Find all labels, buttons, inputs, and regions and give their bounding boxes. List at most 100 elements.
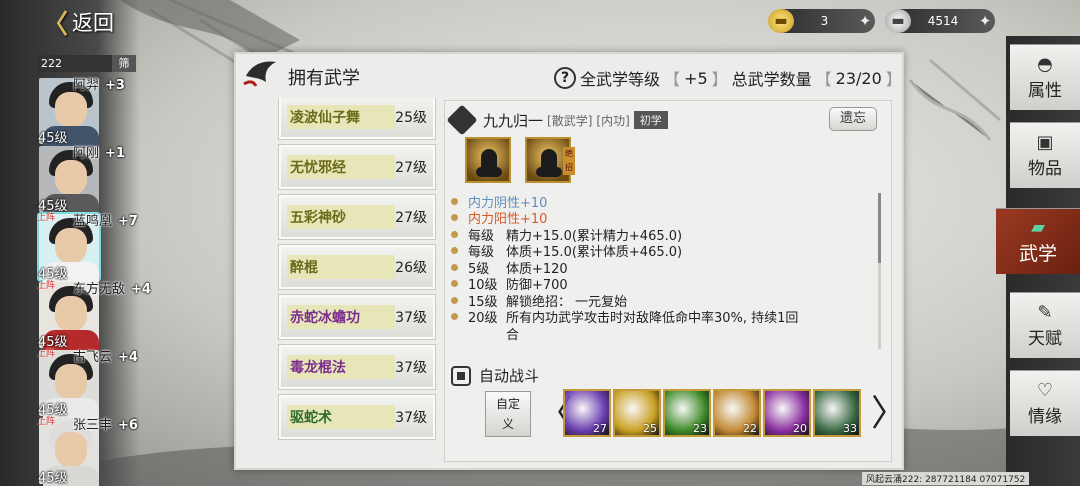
tab-martial-arts[interactable]: ▰ 武学 bbox=[996, 208, 1080, 274]
book-icon: ▰ bbox=[1031, 217, 1045, 238]
effects-list[interactable]: 内力阴性+10 内力阳性+10 每级 精力+15.0(累计精力+465.0) 每级… bbox=[451, 193, 863, 353]
roster-count: 222 bbox=[41, 57, 62, 70]
move-slot[interactable]: 22 bbox=[713, 389, 761, 437]
skill-level: 37级 bbox=[395, 310, 427, 326]
skill-level: 37级 bbox=[395, 410, 427, 426]
brush-icon: ✎ bbox=[1037, 302, 1053, 323]
skill-level: 25级 bbox=[395, 110, 427, 126]
character-level: 45级 bbox=[38, 471, 68, 486]
effect-row: 20级 所有内功武学攻击时对敌降低命中率30%, 持续1回 bbox=[451, 309, 863, 326]
player-id-text: 风起云涌222: 287721184 07071752 bbox=[862, 472, 1030, 485]
effect-row: 每级 体质+15.0(累计体质+465.0) bbox=[451, 243, 863, 260]
skill-item[interactable]: 凌波仙子舞 25级 bbox=[278, 98, 436, 140]
back-button[interactable]: 〈 返回 bbox=[42, 6, 115, 40]
effect-row-continued: 合 bbox=[506, 327, 520, 343]
box-icon: ▣ bbox=[1036, 132, 1054, 153]
help-icon[interactable]: ? bbox=[554, 67, 576, 89]
skill-name: 无忧邪经 bbox=[287, 155, 396, 179]
tab-talents[interactable]: ✎ 天赋 bbox=[1010, 292, 1080, 358]
move-slot[interactable]: 23 bbox=[663, 389, 711, 437]
moves-next-arrow-icon[interactable]: 〉 bbox=[871, 391, 907, 437]
all-level-value: +5 bbox=[684, 68, 708, 88]
move-slot[interactable]: 33 bbox=[813, 389, 861, 437]
character-name: 蓝鸣凰 +7 bbox=[73, 214, 138, 229]
move-slot[interactable]: 27 bbox=[563, 389, 611, 437]
gold-amount: 3 bbox=[820, 14, 829, 28]
move-slot[interactable]: 25 bbox=[613, 389, 661, 437]
skill-list[interactable]: 凌波仙子舞 25级 无忧邪经 27级 五彩神砂 27级 醉棍 26级 赤蛇冰蟾功… bbox=[278, 98, 440, 460]
panel-title: 拥有武学 bbox=[288, 68, 360, 89]
add-silver-button[interactable]: ✦ bbox=[975, 12, 995, 30]
skill-icon[interactable] bbox=[465, 137, 511, 183]
skill-item[interactable]: 赤蛇冰蟾功 37级 bbox=[278, 294, 436, 340]
deployed-badge: 上阵 bbox=[37, 349, 56, 359]
forget-button[interactable]: 遗忘 bbox=[829, 107, 877, 131]
character-name: 东方无敌 +4 bbox=[73, 282, 151, 297]
skill-level: 26级 bbox=[395, 260, 427, 276]
skill-name: 五彩神砂 bbox=[287, 205, 396, 229]
martial-arts-panel: 拥有武学 ? 全武学等级 【 +5 】 总武学数量 【 23/20 】 凌波仙子… bbox=[234, 52, 907, 470]
deployed-badge: 上阵 bbox=[37, 213, 56, 223]
deployed-badge: 上阵 bbox=[37, 417, 56, 427]
skill-detail: 九九归一 [散武学] [内功] 初学 遗忘 绝招 内力阴性+10 内力阳性+10… bbox=[444, 100, 907, 462]
character-card[interactable]: 上阵 古飞云 +4 45级 bbox=[37, 348, 139, 418]
character-card[interactable]: 阿羿 +3 45级 bbox=[37, 76, 139, 146]
silver-currency: ▬ 4514 ✦ bbox=[885, 9, 995, 33]
deployed-badge: 上阵 bbox=[37, 281, 56, 291]
skill-item[interactable]: 醉棍 26级 bbox=[278, 244, 436, 290]
gold-ingot-icon: ▬ bbox=[768, 9, 794, 33]
skill-name: 醉棍 bbox=[287, 255, 396, 279]
effect-row: 15级 解锁绝招： 一元复始 bbox=[451, 292, 863, 310]
skill-item[interactable]: 毒龙棍法 37级 bbox=[278, 344, 436, 390]
effect-row: 内力阴性+10 bbox=[451, 193, 863, 211]
skill-count-label: 总武学数量 bbox=[731, 70, 812, 89]
character-card[interactable]: 上阵 张三丰 +6 45级 bbox=[37, 416, 139, 486]
character-name: 张三丰 +6 bbox=[73, 418, 138, 433]
auto-battle-header: 自动战斗 bbox=[451, 365, 539, 386]
back-label: 返回 bbox=[72, 11, 115, 35]
effects-scrollbar[interactable] bbox=[878, 193, 881, 349]
character-name: 古飞云 +4 bbox=[73, 350, 138, 365]
character-card[interactable]: 阿刚 +1 45级 bbox=[37, 144, 139, 214]
skill-name: 毒龙棍法 bbox=[287, 355, 396, 379]
skill-name: 驱蛇术 bbox=[287, 405, 396, 429]
skill-grade-badge: 初学 bbox=[633, 111, 668, 129]
roster-header: 222 筛 bbox=[37, 55, 136, 72]
add-gold-button[interactable]: ✦ bbox=[855, 12, 875, 30]
tab-items[interactable]: ▣ 物品 bbox=[1010, 122, 1080, 188]
auto-battle-icon bbox=[451, 365, 471, 386]
skill-level: 37级 bbox=[395, 360, 427, 376]
silver-ingot-icon: ▬ bbox=[885, 9, 911, 33]
character-name: 阿刚 +1 bbox=[73, 146, 125, 161]
skill-detail-name: 九九归一 bbox=[483, 111, 544, 130]
skill-item[interactable]: 无忧邪经 27级 bbox=[278, 144, 436, 190]
effect-row: 每级 精力+15.0(累计精力+465.0) bbox=[451, 226, 863, 244]
skill-summary: ? 全武学等级 【 +5 】 总武学数量 【 23/20 】 bbox=[554, 66, 902, 90]
auto-battle-label: 自动战斗 bbox=[479, 367, 540, 385]
customize-button[interactable]: 自定 义 bbox=[485, 391, 531, 437]
skill-name: 凌波仙子舞 bbox=[287, 105, 396, 129]
character-card-selected[interactable]: 上阵 蓝鸣凰 +7 45级 bbox=[37, 212, 139, 282]
gold-currency: ▬ 3 ✦ bbox=[768, 9, 875, 33]
tab-attributes[interactable]: ◓ 属性 bbox=[1010, 44, 1080, 110]
skill-count-value: 23/20 bbox=[835, 68, 882, 88]
move-slot[interactable]: 20 bbox=[763, 389, 811, 437]
claw-emblem-icon bbox=[243, 61, 276, 87]
back-arrow-icon: 〈 bbox=[42, 9, 69, 40]
tab-relationships[interactable]: ♡ 情缘 bbox=[1010, 370, 1080, 436]
silver-amount: 4514 bbox=[927, 14, 959, 28]
all-level-label: 全武学等级 bbox=[580, 70, 661, 89]
pouch-icon: ◓ bbox=[1037, 54, 1053, 75]
character-card[interactable]: 上阵 东方无敌 +4 45级 bbox=[37, 280, 151, 350]
skill-item[interactable]: 五彩神砂 27级 bbox=[278, 194, 436, 240]
skill-name: 赤蛇冰蟾功 bbox=[287, 305, 396, 329]
ultimate-tag: 绝招 bbox=[563, 147, 575, 175]
skill-level: 27级 bbox=[395, 160, 427, 176]
skill-level: 27级 bbox=[395, 210, 427, 226]
filter-button[interactable]: 筛 bbox=[112, 55, 136, 72]
ultimate-skill-icon[interactable]: 绝招 bbox=[525, 137, 575, 183]
skill-type-tag: [散武学] bbox=[547, 113, 593, 128]
skill-item[interactable]: 驱蛇术 37级 bbox=[278, 394, 436, 440]
skill-kind-tag: [内功] bbox=[596, 113, 630, 128]
effect-row: 内力阳性+10 bbox=[451, 210, 863, 227]
